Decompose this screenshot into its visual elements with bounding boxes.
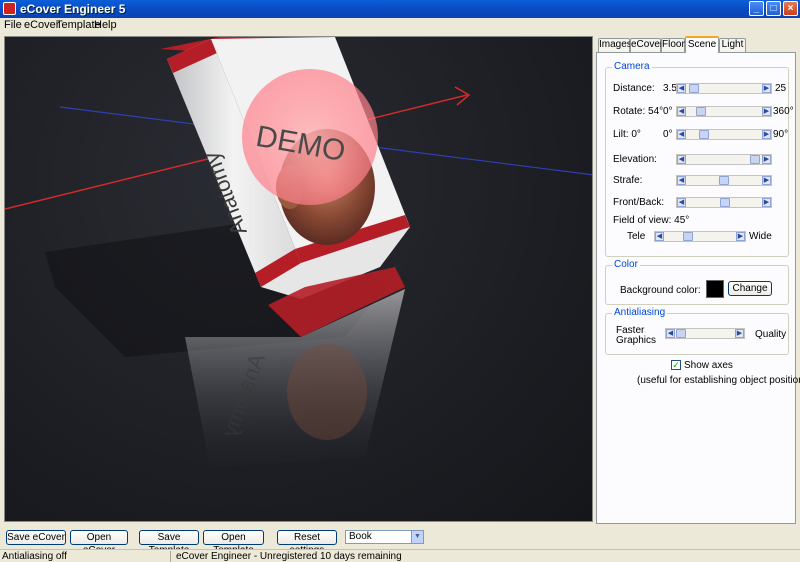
fov-slider[interactable]: ◀ ▶ (654, 231, 746, 242)
show-axes-hint: (useful for establishing object position… (637, 375, 800, 386)
color-group: Color Background color: Change (605, 259, 789, 305)
bottom-toolbar: Save eCover Open eCover Save Template Op… (0, 526, 800, 556)
status-separator (170, 551, 171, 562)
antialiasing-min: Faster Graphics (616, 325, 657, 346)
menu-help[interactable]: Help (94, 19, 117, 31)
scroll-left-icon[interactable]: ◀ (677, 84, 686, 93)
status-registration: eCover Engineer - Unregistered 10 days r… (176, 551, 402, 562)
template-type-select[interactable]: Book ▼ (345, 530, 424, 544)
distance-label: Distance: (613, 83, 655, 94)
scene-render: DEMO Anatomy Anatomy (5, 37, 592, 467)
menu-file[interactable]: File (4, 19, 22, 31)
scroll-right-icon[interactable]: ▶ (762, 84, 771, 93)
tab-strip: Images eCover Floor Scene Light (596, 36, 796, 53)
rotate-max: 360° (773, 106, 794, 117)
frontback-slider[interactable]: ◀ ▶ (676, 197, 772, 208)
tab-light[interactable]: Light (719, 38, 746, 52)
scroll-right-icon[interactable]: ▶ (762, 176, 771, 185)
window-title: eCover Engineer 5 (20, 2, 126, 16)
slider-thumb[interactable] (695, 107, 706, 116)
rotate-label: Rotate: 54° (613, 106, 664, 117)
scroll-right-icon[interactable]: ▶ (736, 232, 745, 241)
save-template-button[interactable]: Save Template (139, 530, 199, 556)
open-ecover-button[interactable]: Open eCover (70, 530, 128, 556)
antialiasing-group-title: Antialiasing (612, 307, 668, 318)
scroll-left-icon[interactable]: ◀ (677, 155, 686, 164)
fov-label: Field of view: 45° (613, 215, 690, 226)
save-ecover-button[interactable]: Save eCover (6, 530, 66, 545)
slider-thumb[interactable] (699, 130, 710, 139)
scroll-right-icon[interactable]: ▶ (762, 130, 771, 139)
tab-ecover[interactable]: eCover (630, 38, 663, 52)
change-color-button[interactable]: Change (728, 281, 772, 296)
antialiasing-slider[interactable]: ◀ ▶ (665, 328, 745, 339)
slider-thumb[interactable] (676, 329, 686, 338)
reflection-image (287, 344, 367, 440)
menu-ecover[interactable]: eCover (24, 19, 59, 31)
strafe-label: Strafe: (613, 175, 643, 186)
tilt-label: Lilt: 0° (613, 129, 641, 140)
scroll-left-icon[interactable]: ◀ (655, 232, 664, 241)
strafe-slider[interactable]: ◀ ▶ (676, 175, 772, 186)
app-icon (3, 2, 16, 15)
tab-scene[interactable]: Scene (685, 36, 719, 53)
reset-settings-button[interactable]: Reset settings (277, 530, 337, 556)
tilt-min: 0° (663, 129, 673, 140)
open-template-button[interactable]: Open Template (203, 530, 264, 556)
scroll-left-icon[interactable]: ◀ (677, 198, 686, 207)
background-color-label: Background color: (620, 285, 701, 296)
show-axes-label: Show axes (684, 360, 733, 371)
maximize-button[interactable]: □ (766, 1, 781, 16)
slider-thumb[interactable] (720, 198, 731, 207)
tilt-slider[interactable]: ◀ ▶ (676, 129, 772, 140)
tab-floor[interactable]: Floor (661, 38, 685, 52)
fov-min: Tele (627, 231, 646, 242)
camera-group: Camera Distance: 3.5 ◀ ▶ 25 Rotate: 54° 0… (605, 61, 794, 257)
scroll-left-icon[interactable]: ◀ (677, 130, 686, 139)
color-group-title: Color (612, 259, 640, 270)
rotate-slider[interactable]: ◀ ▶ (676, 106, 772, 117)
status-bar: Antialiasing off eCover Engineer - Unreg… (0, 549, 800, 562)
scroll-left-icon[interactable]: ◀ (677, 176, 686, 185)
tilt-max: 90° (773, 129, 789, 140)
elevation-label: Elevation: (613, 154, 657, 165)
status-antialiasing: Antialiasing off (2, 551, 67, 562)
slider-thumb[interactable] (750, 155, 761, 164)
antialiasing-group: Antialiasing Faster Graphics ◀ ▶ Quality (605, 307, 789, 355)
slider-thumb[interactable] (682, 232, 693, 241)
3d-viewport[interactable]: DEMO Anatomy Anatomy (4, 36, 593, 522)
rotate-min: 0° (663, 106, 673, 117)
distance-slider[interactable]: ◀ ▶ (676, 83, 772, 94)
close-button[interactable]: × (783, 1, 798, 16)
show-axes-checkbox[interactable]: ✓ (671, 360, 681, 370)
settings-panel: Images eCover Floor Scene Light Camera D… (596, 36, 800, 524)
slider-thumb[interactable] (689, 84, 700, 93)
slider-thumb[interactable] (719, 176, 729, 185)
frontback-label: Front/Back: (613, 197, 665, 208)
scroll-right-icon[interactable]: ▶ (762, 107, 771, 116)
scene-tab-body: Camera Distance: 3.5 ◀ ▶ 25 Rotate: 54° 0… (596, 52, 800, 524)
background-color-swatch[interactable] (706, 280, 724, 298)
title-bar: eCover Engineer 5 _ □ × (0, 0, 800, 18)
elevation-slider[interactable]: ◀ ▶ (676, 154, 772, 165)
distance-min: 3.5 (663, 83, 677, 94)
distance-max: 25 (775, 83, 787, 94)
scroll-right-icon[interactable]: ▶ (762, 155, 771, 164)
fov-max: Wide (749, 231, 772, 242)
menu-bar: File eCover Template Help (0, 18, 800, 32)
antialiasing-max: Quality (755, 329, 787, 340)
select-value: Book (349, 531, 372, 542)
tab-images[interactable]: Images (598, 38, 632, 52)
scroll-right-icon[interactable]: ▶ (735, 329, 744, 338)
scroll-right-icon[interactable]: ▶ (762, 198, 771, 207)
minimize-button[interactable]: _ (749, 1, 764, 16)
camera-group-title: Camera (612, 61, 652, 72)
scroll-left-icon[interactable]: ◀ (666, 329, 675, 338)
scroll-left-icon[interactable]: ◀ (677, 107, 686, 116)
chevron-down-icon[interactable]: ▼ (411, 531, 423, 543)
